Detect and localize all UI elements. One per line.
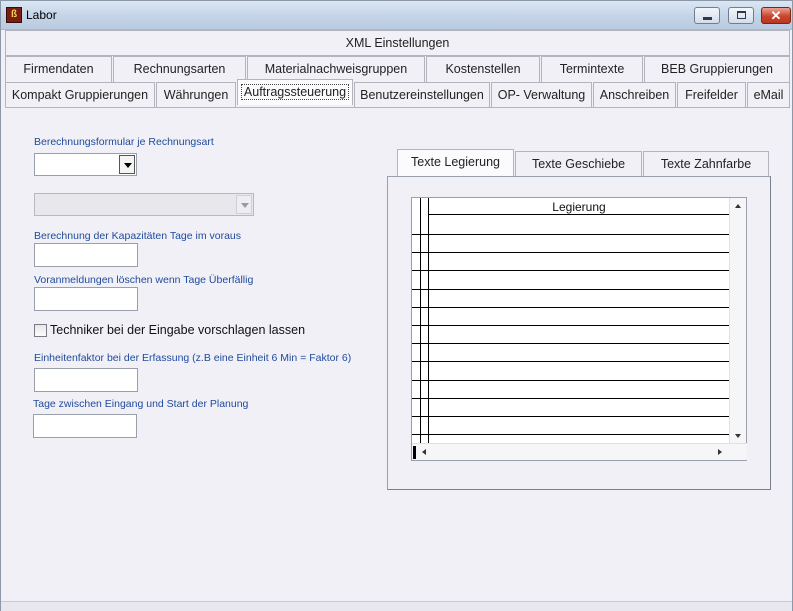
- legierung-grid[interactable]: Legierung: [411, 197, 747, 461]
- table-row[interactable]: [412, 252, 729, 254]
- tage-planung-input[interactable]: [33, 414, 137, 438]
- tage-planung-label: Tage zwischen Eingang und Start der Plan…: [33, 398, 249, 410]
- voranmeldungen-label: Voranmeldungen löschen wenn Tage Überfäl…: [34, 274, 254, 286]
- disabled-combo: [34, 193, 254, 216]
- tab-firmendaten[interactable]: Firmendaten: [5, 56, 112, 82]
- tab-texte-geschiebe[interactable]: Texte Geschiebe: [515, 151, 642, 177]
- tab-label: Materialnachweisgruppen: [264, 62, 408, 76]
- tab-label: BEB Gruppierungen: [661, 62, 773, 76]
- status-bar: [1, 601, 792, 611]
- tab-anschreiben[interactable]: Anschreiben: [593, 82, 676, 108]
- tab-label: Texte Geschiebe: [531, 157, 626, 171]
- horizontal-scrollbar[interactable]: [412, 443, 747, 460]
- tab-label: Auftragssteuerung: [240, 84, 350, 100]
- tab-label: Texte Legierung: [411, 155, 500, 169]
- tab-texte-zahnfarbe[interactable]: Texte Zahnfarbe: [643, 151, 769, 177]
- minimize-button[interactable]: [694, 7, 720, 24]
- app-icon: ß: [6, 7, 22, 23]
- berechnungsformular-select[interactable]: [34, 153, 137, 176]
- table-row[interactable]: [412, 234, 729, 235]
- minimize-icon: [703, 17, 712, 20]
- tab-label: Anschreiben: [599, 88, 670, 102]
- title-bar[interactable]: ß Labor ✕: [1, 1, 792, 30]
- tab-waehrungen[interactable]: Währungen: [156, 82, 236, 108]
- tab-label: Termintexte: [559, 62, 625, 76]
- tab-label: XML Einstellungen: [345, 36, 450, 50]
- maximize-icon: [737, 11, 746, 19]
- close-icon: ✕: [770, 8, 782, 23]
- table-row[interactable]: [412, 270, 729, 272]
- table-row[interactable]: [412, 434, 729, 436]
- voranmeldungen-input[interactable]: [34, 287, 138, 311]
- techniker-checkbox[interactable]: [34, 324, 47, 337]
- scroll-left-icon[interactable]: [422, 449, 426, 455]
- tab-op-verwaltung[interactable]: OP- Verwaltung: [491, 82, 592, 108]
- tab-label: Rechnungsarten: [133, 62, 226, 76]
- tab-label: Kostenstellen: [445, 62, 521, 76]
- table-row[interactable]: [412, 397, 729, 399]
- tab-texte-legierung[interactable]: Texte Legierung: [397, 149, 514, 177]
- scroll-up-icon[interactable]: [735, 204, 741, 208]
- table-row[interactable]: [412, 416, 729, 417]
- einheitenfaktor-input[interactable]: [34, 368, 138, 392]
- table-row[interactable]: [412, 343, 729, 345]
- tab-beb-gruppierungen[interactable]: BEB Gruppierungen: [644, 56, 790, 82]
- tab-freifelder[interactable]: Freifelder: [677, 82, 746, 108]
- table-row[interactable]: [412, 325, 729, 326]
- tab-kostenstellen[interactable]: Kostenstellen: [426, 56, 540, 82]
- tab-email[interactable]: eMail: [747, 82, 790, 108]
- chevron-down-icon: [236, 195, 252, 214]
- berechnungsformular-label: Berechnungsformular je Rechnungsart: [34, 136, 214, 148]
- scroll-thumb[interactable]: [413, 446, 416, 459]
- table-row[interactable]: [412, 288, 729, 290]
- tab-label: OP- Verwaltung: [497, 88, 586, 102]
- techniker-label[interactable]: Techniker bei der Eingabe vorschlagen la…: [50, 323, 305, 337]
- tab-label: Kompakt Gruppierungen: [11, 88, 149, 102]
- tab-auftragssteuerung[interactable]: Auftragssteuerung: [237, 79, 353, 105]
- maximize-button[interactable]: [728, 7, 754, 24]
- tab-xml-einstellungen[interactable]: XML Einstellungen: [5, 30, 790, 56]
- scroll-down-icon[interactable]: [735, 434, 741, 438]
- tab-rechnungsarten[interactable]: Rechnungsarten: [113, 56, 246, 82]
- tab-label: Firmendaten: [23, 62, 94, 76]
- tab-label: Texte Zahnfarbe: [660, 157, 752, 171]
- close-button[interactable]: ✕: [761, 7, 791, 24]
- kapazitaeten-input[interactable]: [34, 243, 138, 267]
- tab-termintexte[interactable]: Termintexte: [541, 56, 643, 82]
- scroll-right-icon[interactable]: [718, 449, 722, 455]
- window-title: Labor: [26, 8, 57, 22]
- vertical-scrollbar[interactable]: [729, 198, 746, 444]
- table-row[interactable]: [412, 379, 729, 381]
- tab-benutzereinstellungen[interactable]: Benutzereinstellungen: [354, 82, 490, 108]
- tab-label: Benutzereinstellungen: [360, 88, 484, 102]
- column-header-legierung[interactable]: Legierung: [429, 199, 729, 215]
- main-window: ß Labor ✕ XML Einstellungen Firmendaten …: [0, 0, 793, 611]
- kapazitaeten-label: Berechnung der Kapazitäten Tage im vorau…: [34, 230, 242, 242]
- tab-kompakt-gruppierungen[interactable]: Kompakt Gruppierungen: [5, 82, 155, 108]
- tab-label: eMail: [753, 88, 784, 102]
- tab-label: Währungen: [163, 88, 229, 102]
- table-row[interactable]: [412, 306, 729, 308]
- table-row[interactable]: [412, 361, 729, 363]
- einheitenfaktor-label: Einheitenfaktor bei der Erfassung (z.B e…: [34, 352, 352, 364]
- tab-label: Freifelder: [685, 88, 738, 102]
- chevron-down-icon[interactable]: [119, 155, 135, 174]
